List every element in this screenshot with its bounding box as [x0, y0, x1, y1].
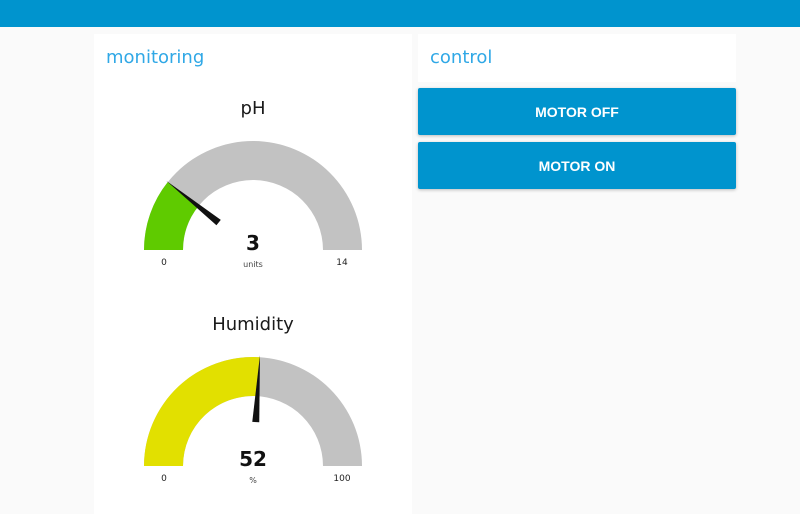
- humidity-gauge-units: %: [249, 476, 257, 485]
- humidity-gauge-value: 52: [239, 447, 267, 471]
- humidity-gauge-min: 0: [161, 474, 167, 484]
- monitoring-card: monitoring pH 3 units 0 14 Humidity 52 %…: [94, 34, 412, 514]
- humidity-gauge-title: Humidity: [212, 314, 294, 335]
- control-card: control: [418, 34, 736, 82]
- top-header-bar: [0, 0, 800, 27]
- control-title: control: [430, 47, 493, 68]
- humidity-gauge-max: 100: [333, 474, 351, 484]
- motor-on-button[interactable]: MOTOR ON: [418, 142, 736, 189]
- humidity-gauge: Humidity 52 % 0 100: [94, 34, 412, 514]
- motor-off-button[interactable]: MOTOR OFF: [418, 88, 736, 135]
